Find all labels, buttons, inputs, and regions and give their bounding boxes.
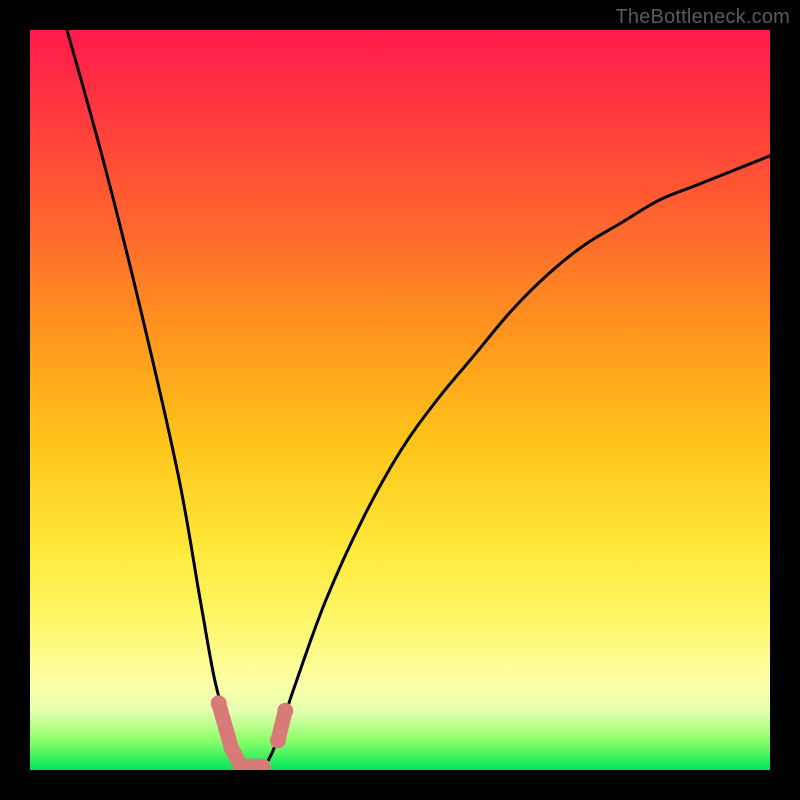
chart-area (30, 30, 770, 770)
marker-dot-right-top (277, 703, 293, 719)
marker-group (211, 695, 294, 766)
bottleneck-curve-path (67, 30, 770, 770)
watermark-label: TheBottleneck.com (615, 6, 790, 29)
bottleneck-curve-svg (30, 30, 770, 770)
